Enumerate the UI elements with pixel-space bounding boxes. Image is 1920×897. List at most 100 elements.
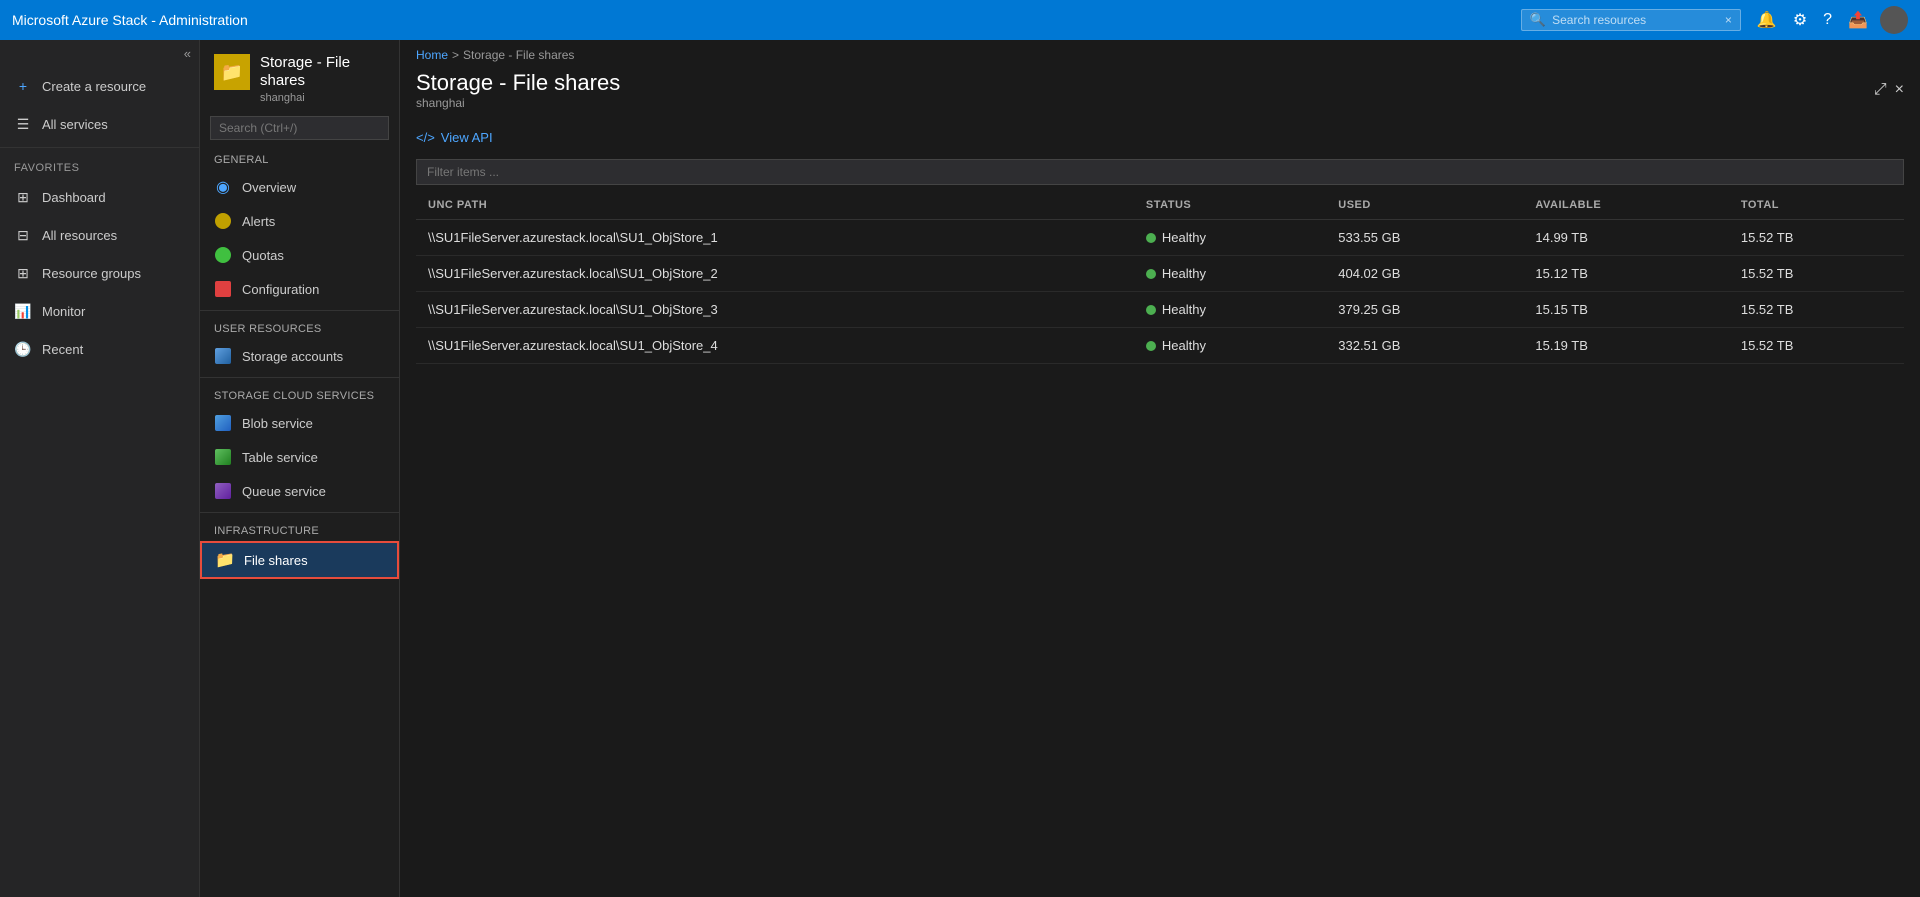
cell-status-1: Healthy — [1134, 256, 1326, 292]
sidebar-item-all-resources[interactable]: ⊟ All resources — [0, 216, 199, 254]
rp-item-queue-service[interactable]: Queue service — [200, 474, 399, 508]
notifications-icon[interactable]: 🔔 — [1753, 6, 1781, 34]
col-available: AVAILABLE — [1523, 191, 1728, 220]
table-header: UNC PATH STATUS USED AVAILABLE TOTAL — [416, 191, 1904, 220]
recent-label: Recent — [42, 342, 83, 357]
breadcrumb-current: Storage - File shares — [463, 48, 574, 62]
resource-panel-header: 📁 Storage - File shares shanghai — [200, 40, 399, 110]
cell-unc-path-1: \\SU1FileServer.azurestack.local\SU1_Obj… — [416, 256, 1134, 292]
sidebar-item-resource-groups[interactable]: ⊞ Resource groups — [0, 254, 199, 292]
rp-item-overview[interactable]: ◉ Overview — [200, 170, 399, 204]
search-input[interactable] — [1552, 13, 1725, 27]
cell-available-0: 14.99 TB — [1523, 220, 1728, 256]
rp-item-alerts[interactable]: Alerts — [200, 204, 399, 238]
rp-item-blob-service[interactable]: Blob service — [200, 406, 399, 440]
file-shares-table-container: UNC PATH STATUS USED AVAILABLE TOTAL \\S… — [400, 191, 1920, 897]
page-subtitle: shanghai — [416, 96, 620, 110]
all-resources-icon: ⊟ — [14, 226, 32, 244]
collapse-button[interactable]: « — [0, 40, 199, 67]
sidebar-item-monitor[interactable]: 📊 Monitor — [0, 292, 199, 330]
all-resources-label: All resources — [42, 228, 117, 243]
rp-item-quotas[interactable]: Quotas — [200, 238, 399, 272]
quotas-label: Quotas — [242, 248, 284, 263]
resource-panel-folder-icon: 📁 — [214, 54, 250, 90]
recent-icon: 🕒 — [14, 340, 32, 358]
status-text-0: Healthy — [1162, 230, 1206, 245]
cell-available-3: 15.19 TB — [1523, 328, 1728, 364]
rp-divider-1 — [200, 310, 399, 311]
alerts-icon — [214, 212, 232, 230]
sidebar-item-dashboard[interactable]: ⊞ Dashboard — [0, 178, 199, 216]
cell-unc-path-2: \\SU1FileServer.azurestack.local\SU1_Obj… — [416, 292, 1134, 328]
sidebar-item-create-resource[interactable]: + Create a resource — [0, 67, 199, 105]
file-shares-table: UNC PATH STATUS USED AVAILABLE TOTAL \\S… — [416, 191, 1904, 364]
monitor-label: Monitor — [42, 304, 85, 319]
queue-service-icon — [214, 482, 232, 500]
cell-used-1: 404.02 GB — [1326, 256, 1523, 292]
breadcrumb: Home > Storage - File shares — [400, 40, 1920, 70]
all-services-icon: ☰ — [14, 115, 32, 133]
table-service-icon — [214, 448, 232, 466]
file-shares-label: File shares — [244, 553, 308, 568]
cell-total-0: 15.52 TB — [1729, 220, 1904, 256]
filter-input[interactable] — [416, 159, 1904, 185]
infrastructure-section-label: INFRASTRUCTURE — [200, 517, 399, 541]
breadcrumb-separator: > — [452, 48, 459, 62]
view-api-button[interactable]: </> View API — [416, 130, 493, 145]
feedback-icon[interactable]: 📤 — [1844, 6, 1872, 34]
configuration-icon — [214, 280, 232, 298]
help-icon[interactable]: ? — [1819, 7, 1836, 33]
collapse-icon: « — [184, 46, 191, 61]
cell-total-3: 15.52 TB — [1729, 328, 1904, 364]
main-layout: « + Create a resource ☰ All services FAV… — [0, 40, 1920, 897]
monitor-icon: 📊 — [14, 302, 32, 320]
rp-item-storage-accounts[interactable]: Storage accounts — [200, 339, 399, 373]
sidebar-item-all-services[interactable]: ☰ All services — [0, 105, 199, 143]
col-used: USED — [1326, 191, 1523, 220]
blob-service-icon — [214, 414, 232, 432]
search-icon: 🔍 — [1530, 12, 1546, 28]
rp-item-table-service[interactable]: Table service — [200, 440, 399, 474]
file-shares-icon: 📁 — [216, 551, 234, 569]
create-resource-label: Create a resource — [42, 79, 146, 94]
rp-item-file-shares[interactable]: 📁 File shares — [200, 541, 399, 579]
settings-icon[interactable]: ⚙ — [1789, 6, 1811, 34]
topbar-icons: 🔔 ⚙ ? 📤 — [1753, 6, 1908, 34]
app-title: Microsoft Azure Stack - Administration — [12, 12, 1521, 28]
resource-search-input[interactable] — [210, 116, 389, 140]
resource-panel-title-area: Storage - File shares shanghai — [260, 54, 385, 104]
breadcrumb-home[interactable]: Home — [416, 48, 448, 62]
close-window-button[interactable]: × — [1895, 81, 1904, 99]
table-row[interactable]: \\SU1FileServer.azurestack.local\SU1_Obj… — [416, 256, 1904, 292]
view-api-label: View API — [441, 130, 493, 145]
status-dot-3 — [1146, 341, 1156, 351]
cell-status-0: Healthy — [1134, 220, 1326, 256]
main-content: Home > Storage - File shares Storage - F… — [400, 40, 1920, 897]
close-search-icon[interactable]: × — [1725, 13, 1732, 27]
col-status: STATUS — [1134, 191, 1326, 220]
table-row[interactable]: \\SU1FileServer.azurestack.local\SU1_Obj… — [416, 220, 1904, 256]
cell-status-2: Healthy — [1134, 292, 1326, 328]
table-row[interactable]: \\SU1FileServer.azurestack.local\SU1_Obj… — [416, 292, 1904, 328]
window-controls: ⤢ × — [1874, 81, 1904, 99]
resource-panel-subtitle: shanghai — [260, 92, 385, 104]
sidebar-item-recent[interactable]: 🕒 Recent — [0, 330, 199, 368]
table-row[interactable]: \\SU1FileServer.azurestack.local\SU1_Obj… — [416, 328, 1904, 364]
table-body: \\SU1FileServer.azurestack.local\SU1_Obj… — [416, 220, 1904, 364]
favorites-section-label: FAVORITES — [0, 152, 199, 178]
status-dot-1 — [1146, 269, 1156, 279]
resource-panel-search[interactable] — [200, 110, 399, 146]
avatar[interactable] — [1880, 6, 1908, 34]
filter-bar[interactable] — [400, 153, 1920, 191]
search-bar[interactable]: 🔍 × — [1521, 9, 1741, 31]
resource-groups-icon: ⊞ — [14, 264, 32, 282]
expand-window-button[interactable]: ⤢ — [1874, 81, 1887, 99]
cell-used-0: 533.55 GB — [1326, 220, 1523, 256]
alerts-label: Alerts — [242, 214, 275, 229]
status-text-1: Healthy — [1162, 266, 1206, 281]
cell-used-3: 332.51 GB — [1326, 328, 1523, 364]
cell-total-1: 15.52 TB — [1729, 256, 1904, 292]
cell-total-2: 15.52 TB — [1729, 292, 1904, 328]
rp-item-configuration[interactable]: Configuration — [200, 272, 399, 306]
cell-unc-path-3: \\SU1FileServer.azurestack.local\SU1_Obj… — [416, 328, 1134, 364]
